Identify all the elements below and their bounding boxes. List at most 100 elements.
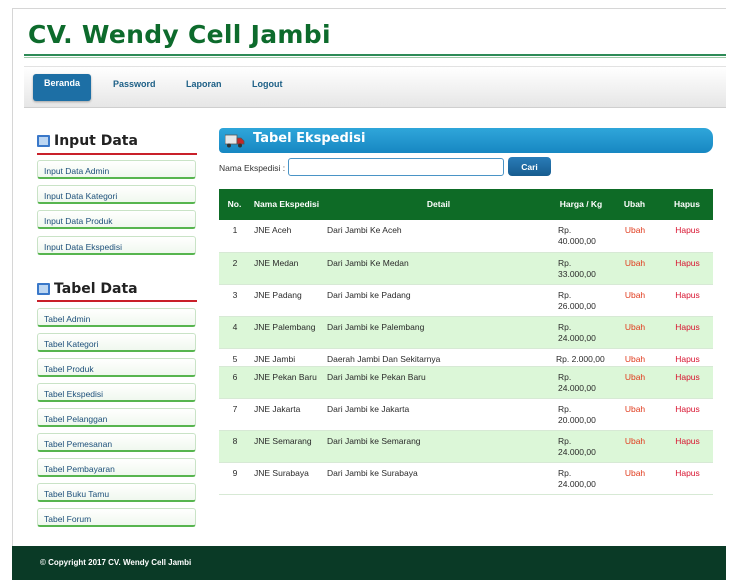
- footer: © Copyright 2017 CV. Wendy Cell Jambi: [12, 546, 726, 580]
- col-header-detail: Detail: [323, 189, 554, 220]
- cell-harga: Rp. 33.000,00: [554, 252, 608, 285]
- panel-title: Tabel Ekspedisi: [253, 131, 366, 146]
- ubah-link[interactable]: Ubah: [608, 348, 661, 367]
- sidebar-item-input-kategori[interactable]: Input Data Kategori: [37, 185, 196, 204]
- table-row: 4 JNE Palembang Dari Jambi ke Palembang …: [219, 316, 713, 349]
- ubah-link[interactable]: Ubah: [608, 252, 661, 285]
- hapus-link[interactable]: Hapus: [661, 398, 713, 431]
- site-title: CV. Wendy Cell Jambi: [28, 20, 331, 49]
- cell-detail: Dari Jambi ke Palembang: [323, 316, 554, 349]
- cell-harga: Rp. 24.000,00: [554, 430, 608, 463]
- cell-nama: JNE Padang: [250, 284, 323, 317]
- hapus-link[interactable]: Hapus: [661, 284, 713, 317]
- search-label: Nama Ekspedisi :: [219, 163, 286, 173]
- sidebar-item-input-admin[interactable]: Input Data Admin: [37, 160, 196, 179]
- search-button[interactable]: Cari: [508, 157, 551, 176]
- sidebar-item-tabel-pelanggan[interactable]: Tabel Pelanggan: [37, 408, 196, 427]
- sidebar-item-tabel-ekspedisi[interactable]: Tabel Ekspedisi: [37, 383, 196, 402]
- table-row: 2 JNE Medan Dari Jambi Ke Medan Rp. 33.0…: [219, 252, 713, 285]
- nav-password[interactable]: Password: [113, 79, 156, 89]
- cell-no: 7: [219, 398, 250, 431]
- search-input[interactable]: [288, 158, 504, 176]
- cell-harga: Rp. 24.000,00: [554, 366, 608, 399]
- col-header-harga: Harga / Kg: [554, 189, 608, 220]
- top-navbar: Beranda Password Laporan Logout: [24, 66, 726, 108]
- cell-nama: JNE Palembang: [250, 316, 323, 349]
- input-data-heading-label: Input Data: [54, 133, 138, 149]
- ubah-link[interactable]: Ubah: [608, 430, 661, 463]
- sidebar-item-tabel-kategori[interactable]: Tabel Kategori: [37, 333, 196, 352]
- book-icon: [37, 135, 50, 147]
- nav-beranda[interactable]: Beranda: [33, 74, 91, 101]
- input-data-heading: Input Data: [37, 133, 138, 149]
- sidebar-item-tabel-forum[interactable]: Tabel Forum: [37, 508, 196, 527]
- cell-nama: JNE Jakarta: [250, 398, 323, 431]
- hapus-link[interactable]: Hapus: [661, 220, 713, 253]
- ubah-link[interactable]: Ubah: [608, 462, 661, 495]
- ubah-link[interactable]: Ubah: [608, 366, 661, 399]
- table-row: 8 JNE Semarang Dari Jambi ke Semarang Rp…: [219, 430, 713, 463]
- tabel-data-heading-label: Tabel Data: [54, 281, 138, 297]
- title-divider-light: [24, 57, 726, 58]
- sidebar-item-tabel-buku-tamu[interactable]: Tabel Buku Tamu: [37, 483, 196, 502]
- ekspedisi-table-wrap: No. Nama Ekspedisi Detail Harga / Kg Uba…: [219, 189, 713, 500]
- cell-harga: Rp. 2.000,00: [554, 348, 608, 367]
- cell-no: 2: [219, 252, 250, 285]
- nav-laporan[interactable]: Laporan: [186, 79, 222, 89]
- cell-nama: JNE Surabaya: [250, 462, 323, 495]
- cell-nama: JNE Aceh: [250, 220, 323, 253]
- cell-no: 3: [219, 284, 250, 317]
- cell-no: 9: [219, 462, 250, 495]
- cell-detail: Dari Jambi Ke Aceh: [323, 220, 554, 253]
- cell-nama: JNE Jambi: [250, 348, 323, 367]
- table-row: 9 JNE Surabaya Dari Jambi ke Surabaya Rp…: [219, 462, 713, 495]
- nav-logout[interactable]: Logout: [252, 79, 283, 89]
- panel-header: Tabel Ekspedisi: [219, 128, 713, 153]
- sidebar-item-tabel-pemesanan[interactable]: Tabel Pemesanan: [37, 433, 196, 452]
- book-icon: [37, 283, 50, 295]
- cell-detail: Dari Jambi ke Jakarta: [323, 398, 554, 431]
- hapus-link[interactable]: Hapus: [661, 366, 713, 399]
- ubah-link[interactable]: Ubah: [608, 316, 661, 349]
- hapus-link[interactable]: Hapus: [661, 252, 713, 285]
- cell-detail: Dari Jambi ke Padang: [323, 284, 554, 317]
- cell-detail: Dari Jambi ke Pekan Baru: [323, 366, 554, 399]
- footer-copyright: © Copyright 2017 CV. Wendy Cell Jambi: [40, 558, 192, 567]
- cell-harga: Rp. 40.000,00: [554, 220, 608, 253]
- cell-nama: JNE Semarang: [250, 430, 323, 463]
- col-header-hapus: Hapus: [661, 189, 713, 220]
- ubah-link[interactable]: Ubah: [608, 220, 661, 253]
- tabel-data-rule: [37, 300, 197, 302]
- cell-detail: Dari Jambi Ke Medan: [323, 252, 554, 285]
- input-data-rule: [37, 153, 197, 155]
- truck-icon: [225, 134, 245, 148]
- hapus-link[interactable]: Hapus: [661, 430, 713, 463]
- ekspedisi-table: No. Nama Ekspedisi Detail Harga / Kg Uba…: [219, 189, 713, 495]
- cell-no: 6: [219, 366, 250, 399]
- ubah-link[interactable]: Ubah: [608, 284, 661, 317]
- cell-harga: Rp. 24.000,00: [554, 462, 608, 495]
- cell-detail: Dari Jambi ke Surabaya: [323, 462, 554, 495]
- title-divider: [24, 54, 726, 56]
- col-header-ubah: Ubah: [608, 189, 661, 220]
- hapus-link[interactable]: Hapus: [661, 462, 713, 495]
- sidebar-item-tabel-pembayaran[interactable]: Tabel Pembayaran: [37, 458, 196, 477]
- col-header-nama: Nama Ekspedisi: [250, 189, 323, 220]
- cell-detail: Dari Jambi ke Semarang: [323, 430, 554, 463]
- table-row: 1 JNE Aceh Dari Jambi Ke Aceh Rp. 40.000…: [219, 220, 713, 253]
- sidebar-item-tabel-admin[interactable]: Tabel Admin: [37, 308, 196, 327]
- cell-nama: JNE Pekan Baru: [250, 366, 323, 399]
- hapus-link[interactable]: Hapus: [661, 348, 713, 367]
- sidebar-item-tabel-produk[interactable]: Tabel Produk: [37, 358, 196, 377]
- ubah-link[interactable]: Ubah: [608, 398, 661, 431]
- sidebar-item-input-produk[interactable]: Input Data Produk: [37, 210, 196, 229]
- table-row: 7 JNE Jakarta Dari Jambi ke Jakarta Rp. …: [219, 398, 713, 431]
- cell-harga: Rp. 24.000,00: [554, 316, 608, 349]
- sidebar-item-input-ekspedisi[interactable]: Input Data Ekspedisi: [37, 236, 196, 255]
- cell-no: 1: [219, 220, 250, 253]
- cell-detail: Daerah Jambi Dan Sekitarnya: [323, 348, 554, 367]
- hapus-link[interactable]: Hapus: [661, 316, 713, 349]
- cell-harga: Rp. 20.000,00: [554, 398, 608, 431]
- table-row: 5 JNE Jambi Daerah Jambi Dan Sekitarnya …: [219, 348, 713, 367]
- col-header-no: No.: [219, 189, 250, 220]
